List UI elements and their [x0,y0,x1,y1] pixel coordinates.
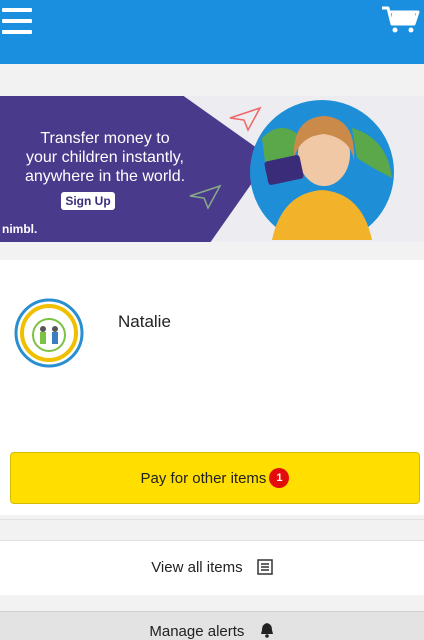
spacer [0,64,424,96]
spacer [0,242,424,260]
banner-line-1: Transfer money to [40,130,170,147]
notification-badge: 1 [269,468,290,488]
pay-button-label: Pay for other items [140,470,267,487]
paper-plane-icon [189,184,222,210]
promo-photo [250,100,394,240]
list-icon [257,559,273,575]
banner-line-2: your children instantly, [26,149,184,166]
menu-icon[interactable] [2,8,32,34]
app-header [0,0,424,64]
pay-other-items-button[interactable]: Pay for other items 1 [10,452,420,504]
manage-alerts-label: Manage alerts [149,623,245,640]
banner-text: Transfer money to your children instantl… [0,129,210,186]
cart-icon[interactable] [380,4,420,34]
banner-line-3: anywhere in the world. [24,168,186,185]
signup-button[interactable]: Sign Up [61,192,115,210]
view-all-items-button[interactable]: View all items [0,541,424,595]
school-logo [14,298,84,368]
brand-logo: nimbl. [2,222,38,236]
child-name: Natalie [118,312,171,331]
spacer [0,519,424,541]
paper-plane-icon [229,106,262,132]
manage-alerts-button[interactable]: Manage alerts [0,611,424,640]
bell-icon [260,623,273,638]
view-all-items-label: View all items [151,559,243,576]
promo-banner[interactable]: Transfer money to your children instantl… [0,96,424,242]
